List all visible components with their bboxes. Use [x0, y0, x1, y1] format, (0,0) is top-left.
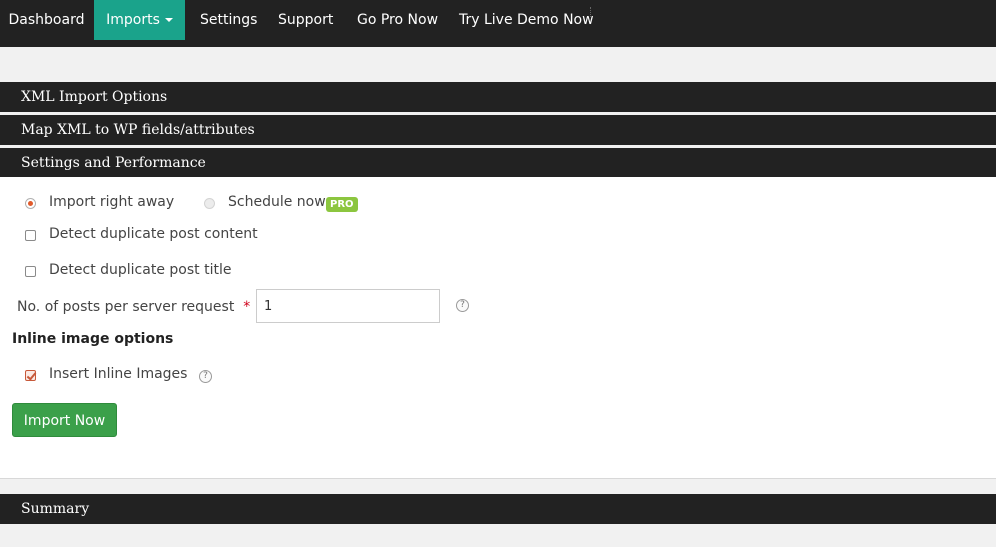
- section-summary[interactable]: Summary: [0, 494, 996, 524]
- nav-item-label: Dashboard: [8, 12, 85, 28]
- detect-duplicate-title-checkbox[interactable]: [25, 266, 36, 277]
- import-now-button[interactable]: Import Now: [12, 403, 117, 437]
- section-title: Settings and Performance: [21, 155, 206, 171]
- detect-duplicate-content-label: Detect duplicate post content: [49, 226, 258, 242]
- import-right-away-label: Import right away: [49, 194, 175, 210]
- required-marker: *: [243, 299, 251, 315]
- nav-item-live-demo[interactable]: Try Live Demo Now: [459, 0, 594, 40]
- chevron-down-icon: [164, 18, 173, 22]
- posts-per-request-input[interactable]: [256, 289, 440, 323]
- schedule-now-label: Schedule now: [228, 194, 326, 210]
- posts-per-request-label: No. of posts per server request *: [17, 299, 250, 315]
- pro-badge: PRO: [326, 197, 358, 212]
- nav-item-go-pro[interactable]: Go Pro Now: [357, 0, 438, 40]
- section-map-fields[interactable]: Map XML to WP fields/attributes: [0, 115, 996, 145]
- schedule-now-radio[interactable]: [204, 198, 215, 209]
- nav-item-dashboard[interactable]: Dashboard: [0, 0, 93, 40]
- insert-inline-images-label: Insert Inline Images: [49, 366, 188, 382]
- section-title: XML Import Options: [21, 89, 168, 105]
- nav-item-label: Go Pro Now: [357, 12, 439, 28]
- help-icon[interactable]: ?: [456, 299, 469, 312]
- section-xml-import-options[interactable]: XML Import Options: [0, 82, 996, 112]
- inline-image-options-heading: Inline image options: [12, 331, 174, 347]
- import-right-away-radio[interactable]: [25, 198, 36, 209]
- settings-panel: [0, 177, 996, 479]
- nav-item-label: Imports: [106, 12, 160, 28]
- nav-item-support[interactable]: Support: [278, 0, 333, 40]
- section-title: Summary: [21, 501, 90, 517]
- top-navigation-bar: Dashboard Imports Settings Support Go Pr…: [0, 0, 996, 47]
- nav-item-settings[interactable]: Settings: [200, 0, 257, 40]
- detect-duplicate-title-label: Detect duplicate post title: [49, 262, 232, 278]
- posts-per-request-text: No. of posts per server request: [17, 299, 235, 315]
- insert-inline-images-checkbox[interactable]: [25, 370, 36, 381]
- help-icon[interactable]: ?: [199, 370, 212, 383]
- nav-item-label: Support: [278, 12, 334, 28]
- nav-item-label: Try Live Demo Now: [459, 12, 594, 28]
- nav-item-label: Settings: [200, 12, 258, 28]
- detect-duplicate-content-checkbox[interactable]: [25, 230, 36, 241]
- section-title: Map XML to WP fields/attributes: [21, 122, 255, 138]
- nav-divider: [590, 7, 592, 17]
- nav-item-imports[interactable]: Imports: [94, 0, 185, 40]
- section-settings-performance[interactable]: Settings and Performance: [0, 148, 996, 178]
